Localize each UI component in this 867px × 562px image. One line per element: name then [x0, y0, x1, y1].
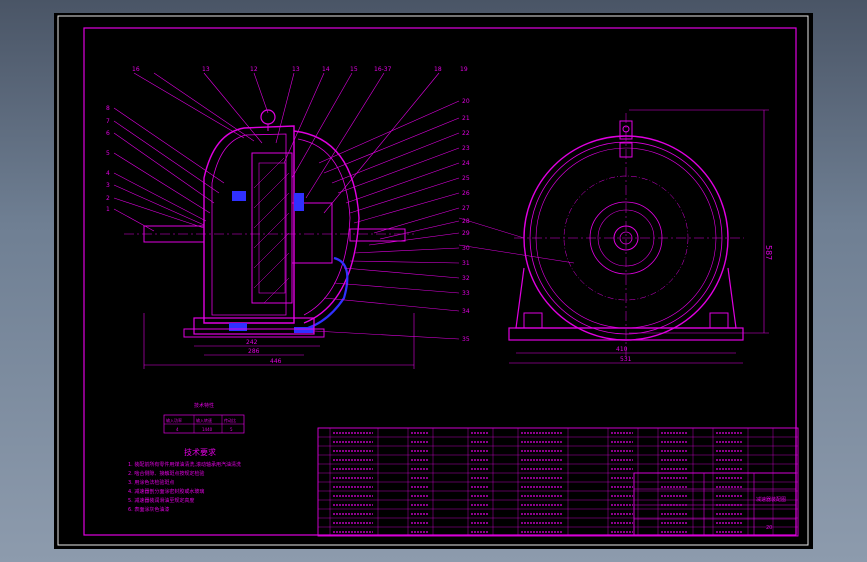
tech-req-line: 6. 表面涂灰色油漆 [128, 506, 169, 513]
balloon-label: 19 [460, 66, 468, 73]
balloon-label: 35 [462, 336, 470, 343]
balloon-label: 12 [250, 66, 258, 73]
cad-viewport[interactable]: 242 286 446 16 13 12 13 14 15 16-37 18 1… [54, 13, 813, 549]
balloon-label: 18 [434, 66, 442, 73]
spec-table-title: 技术特性 [194, 402, 214, 409]
balloon-label: 32 [462, 275, 470, 282]
dim-inner-left-b: 286 [248, 348, 260, 355]
balloon-label: 31 [462, 260, 470, 267]
spec-value: 4 [176, 427, 179, 432]
balloon-label: 23 [462, 145, 470, 152]
balloon-labels-left: 8 7 6 5 4 3 2 1 [106, 105, 110, 213]
balloon-label: 25 [462, 175, 470, 182]
balloon-label: 2 [106, 195, 110, 202]
dim-base-right: 531 [620, 356, 632, 363]
tech-req-line: 2. 啮合侧隙、接触斑点按规定检验 [128, 470, 204, 477]
spec-value: 1440 [202, 427, 213, 432]
section-view [124, 109, 415, 369]
balloon-label: 33 [462, 290, 470, 297]
balloon-labels-right: 20 21 22 23 24 25 26 27 28 29 30 31 32 3… [462, 98, 470, 343]
drawing-canvas: 242 286 446 16 13 12 13 14 15 16-37 18 1… [57, 15, 809, 546]
tech-requirements: 技术要求 1. 装配前所有零件用煤油清洗,滚动轴承用汽油清洗 2. 啮合侧隙、接… [128, 447, 241, 513]
balloon-label: 14 [322, 66, 330, 73]
tech-req-line: 5. 减速器装润滑油至规定高度 [128, 497, 194, 504]
balloon-label: 7 [106, 118, 110, 125]
dim-side-height: 587 [764, 245, 773, 260]
balloon-label: 16 [132, 66, 140, 73]
tech-req-title: 技术要求 [184, 447, 216, 457]
spec-header: 输入转速 [196, 417, 212, 423]
balloon-leaders [113, 72, 460, 340]
balloon-label: 29 [462, 230, 470, 237]
balloon-label: 15 [350, 66, 358, 73]
balloon-label: 13 [202, 66, 210, 73]
balloon-label: 5 [106, 150, 110, 157]
balloon-label: 27 [462, 205, 470, 212]
balloon-labels-top: 16 13 12 13 14 15 16-37 18 19 [132, 66, 468, 73]
bom-table [317, 427, 799, 537]
sheet-inner-frame [83, 27, 797, 536]
spec-table: 技术特性 输入功率 输入转速 传动比 4 1440 5 [163, 402, 245, 434]
dim-side-inner: 410 [616, 346, 628, 353]
title-block-number: 20 [766, 525, 772, 531]
side-view [458, 109, 769, 364]
spec-header: 输入功率 [166, 417, 182, 423]
spec-header: 传动比 [224, 417, 236, 423]
balloon-label: 13 [292, 66, 300, 73]
dim-inner-left-a: 242 [246, 339, 258, 346]
balloon-label: 3 [106, 182, 110, 189]
balloon-label: 21 [462, 115, 470, 122]
balloon-label: 34 [462, 308, 470, 315]
spec-value: 5 [230, 427, 233, 432]
tech-req-line: 1. 装配前所有零件用煤油清洗,滚动轴承用汽油清洗 [128, 461, 241, 468]
balloon-label: 20 [462, 98, 470, 105]
tech-req-line: 4. 减速器剖分面涂密封胶或水玻璃 [128, 488, 204, 495]
balloon-label: 6 [106, 130, 110, 137]
balloon-label: 4 [106, 170, 110, 177]
tech-req-line: 3. 用涂色法检验斑点 [128, 479, 174, 486]
balloon-label: 1 [106, 206, 110, 213]
balloon-label: 16-37 [374, 66, 392, 73]
title-block: 减速器装配图 20 [633, 472, 797, 536]
balloon-label: 26 [462, 190, 470, 197]
balloon-label: 8 [106, 105, 110, 112]
balloon-label: 22 [462, 130, 470, 137]
dim-base-left: 446 [270, 358, 282, 365]
balloon-label: 24 [462, 160, 470, 167]
title-block-name: 减速器装配图 [756, 496, 786, 503]
